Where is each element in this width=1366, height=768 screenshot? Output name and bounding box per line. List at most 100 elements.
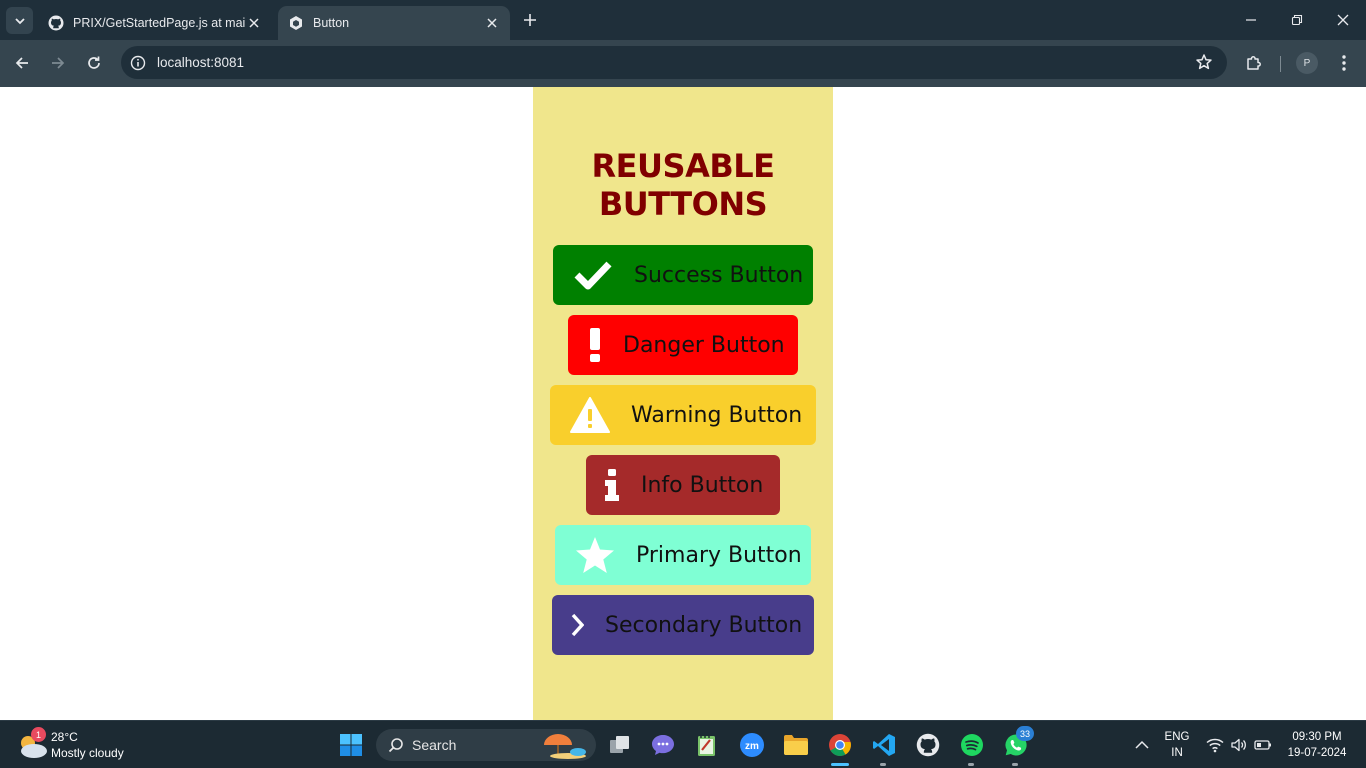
task-view-button[interactable]	[604, 729, 636, 761]
input-language-indicator[interactable]: ENG IN	[1160, 729, 1194, 761]
battery-icon	[1254, 740, 1271, 750]
spotify-icon	[961, 734, 983, 756]
plus-icon	[524, 14, 536, 26]
check-icon	[573, 255, 613, 295]
file-explorer-button[interactable]	[780, 729, 812, 761]
page-viewport: REUSABLE BUTTONS Success Button Danger B…	[0, 87, 1366, 720]
running-app-indicator	[1012, 763, 1018, 766]
clock[interactable]: 09:30 PM 19-07-2024	[1282, 729, 1352, 761]
warning-button[interactable]: Warning Button	[550, 385, 816, 445]
reload-icon	[88, 56, 100, 69]
whatsapp-app-button[interactable]: 33	[1000, 726, 1034, 761]
task-view-icon	[610, 736, 629, 753]
running-app-indicator	[880, 763, 886, 766]
exclamation-icon	[588, 325, 602, 365]
vscode-app-button[interactable]	[868, 729, 900, 761]
tab-github[interactable]: PRIX/GetStartedPage.js at main	[38, 6, 272, 40]
close-icon	[1337, 14, 1349, 26]
app-container: REUSABLE BUTTONS Success Button Danger B…	[533, 87, 833, 720]
profile-button[interactable]: P	[1295, 51, 1319, 75]
minimize-button[interactable]	[1228, 0, 1274, 40]
close-tab-icon[interactable]	[246, 15, 262, 31]
notepad-app-button[interactable]	[691, 729, 723, 761]
close-tab-icon[interactable]	[484, 15, 500, 31]
search-label: Search	[412, 737, 457, 753]
expo-icon	[288, 15, 304, 31]
chrome-app-button[interactable]	[824, 729, 856, 761]
github-icon	[916, 733, 940, 757]
button-label: Primary Button	[636, 542, 802, 568]
running-app-indicator	[968, 763, 974, 766]
url-text: localhost:8081	[157, 55, 245, 70]
button-label: Success Button	[634, 262, 804, 288]
tab-title: Button	[313, 16, 350, 30]
toolbar-divider	[1280, 56, 1281, 72]
weather-condition: Mostly cloudy	[51, 746, 124, 760]
button-label: Warning Button	[631, 402, 803, 428]
weather-badge: 1	[31, 727, 46, 742]
puzzle-icon	[1247, 56, 1261, 70]
button-label: Info Button	[641, 472, 764, 498]
secondary-button[interactable]: Secondary Button	[552, 595, 814, 655]
page-title: REUSABLE BUTTONS	[591, 147, 775, 223]
browser-tab-strip: PRIX/GetStartedPage.js at main Button	[0, 0, 1366, 40]
taskbar: 1 28°C Mostly cloudy Search zm 33 ENG IN…	[0, 720, 1366, 768]
wifi-icon	[1206, 738, 1224, 753]
success-button[interactable]: Success Button	[553, 245, 813, 305]
zoom-icon: zm	[740, 733, 764, 757]
new-tab-button[interactable]	[520, 10, 540, 30]
svg-text:zm: zm	[745, 741, 759, 752]
restore-icon	[1291, 14, 1303, 26]
chat-app-button[interactable]	[647, 729, 679, 761]
close-window-button[interactable]	[1320, 0, 1366, 40]
weather-temperature: 28°C	[51, 730, 78, 744]
clock-time: 09:30 PM	[1292, 731, 1342, 743]
site-info-icon[interactable]	[129, 54, 147, 72]
chevron-up-icon	[1135, 740, 1149, 749]
weather-widget[interactable]: 1 28°C Mostly cloudy	[16, 727, 146, 763]
show-hidden-icons-button[interactable]	[1127, 729, 1157, 761]
danger-button[interactable]: Danger Button	[568, 315, 798, 375]
folder-icon	[784, 735, 808, 755]
zoom-app-button[interactable]: zm	[736, 729, 768, 761]
browser-menu-button[interactable]	[1332, 51, 1356, 75]
browser-toolbar: localhost:8081 P	[0, 40, 1366, 87]
extensions-button[interactable]	[1242, 51, 1266, 75]
button-label: Danger Button	[623, 332, 785, 358]
restore-button[interactable]	[1274, 0, 1320, 40]
github-desktop-button[interactable]	[912, 729, 944, 761]
arrow-right-icon	[52, 57, 65, 69]
arrow-left-icon	[15, 57, 28, 69]
volume-icon	[1231, 738, 1246, 752]
reload-button[interactable]	[81, 50, 107, 76]
info-button[interactable]: Info Button	[586, 455, 780, 515]
notification-badge: 33	[1016, 726, 1034, 741]
chevron-right-icon	[570, 605, 584, 645]
back-button[interactable]	[9, 50, 35, 76]
quick-settings-button[interactable]	[1199, 729, 1279, 761]
windows-logo-icon	[340, 734, 362, 756]
taskbar-search[interactable]: Search	[376, 729, 596, 761]
button-label: Secondary Button	[605, 612, 803, 638]
star-icon	[575, 535, 615, 575]
active-app-indicator	[831, 763, 849, 766]
chat-bubble-icon	[652, 735, 674, 755]
notepad-icon	[698, 734, 715, 756]
search-icon	[388, 738, 403, 753]
minimize-icon	[1246, 19, 1256, 21]
spotify-app-button[interactable]	[956, 729, 988, 761]
address-bar[interactable]: localhost:8081	[121, 46, 1227, 79]
avatar: P	[1296, 52, 1318, 74]
vscode-icon	[873, 734, 895, 756]
more-vertical-icon	[1342, 55, 1346, 71]
primary-button[interactable]: Primary Button	[555, 525, 811, 585]
language-code: ENG	[1164, 731, 1190, 743]
start-button[interactable]	[335, 729, 367, 761]
tab-search-button[interactable]	[6, 7, 33, 34]
bookmark-star-icon[interactable]	[1195, 53, 1213, 71]
chevron-down-icon	[14, 17, 25, 24]
tab-button[interactable]: Button	[278, 6, 510, 40]
chrome-icon	[829, 734, 851, 756]
forward-button[interactable]	[45, 50, 71, 76]
warning-triangle-icon	[570, 395, 610, 435]
